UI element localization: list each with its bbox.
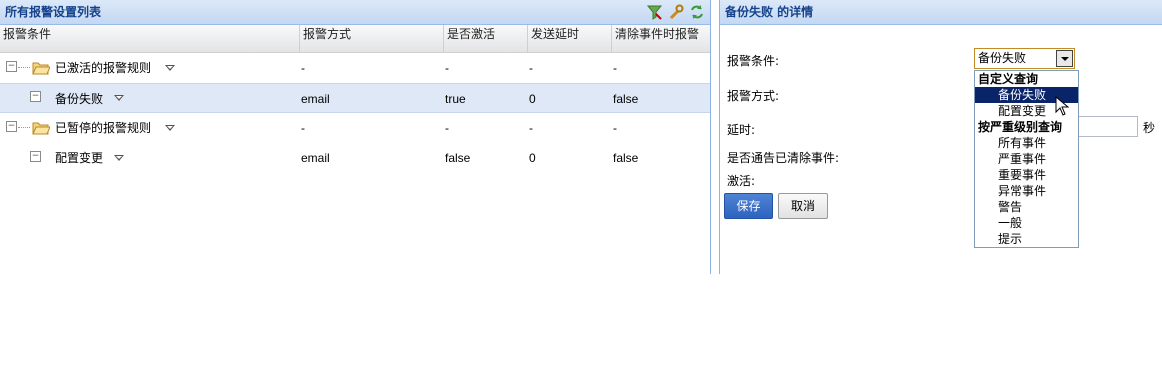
notify-cleared-label: 是否通告已清除事件:	[727, 151, 840, 165]
right-panel-header: 备份失败 的详情	[720, 0, 1162, 25]
condition-select-value: 备份失败	[978, 51, 1027, 65]
cell-delay: 0	[529, 151, 536, 165]
condition-label: 报警条件:	[727, 54, 780, 68]
cell-delay: 0	[529, 92, 536, 106]
refresh-icon[interactable]	[688, 3, 706, 21]
tree-row-group-paused[interactable]: − 已暂停的报警规则 - - - -	[0, 113, 710, 143]
delay-label: 延时:	[727, 123, 756, 137]
cell-active: false	[445, 151, 471, 165]
left-panel-header: 所有报警设置列表	[0, 0, 710, 25]
cell-clear: -	[613, 61, 617, 75]
wrench-icon[interactable]	[667, 3, 685, 21]
cell-delay: -	[529, 61, 533, 75]
tree-row-backup-failed[interactable]: − 备份失败 email true 0 false	[0, 83, 710, 113]
chevron-down-icon[interactable]	[1056, 50, 1073, 67]
collapse-toggle-icon[interactable]: −	[6, 61, 17, 72]
tree-connector	[18, 67, 30, 68]
chevron-down-icon[interactable]	[114, 95, 124, 101]
cell-active: true	[445, 92, 466, 106]
delay-input[interactable]	[1078, 116, 1138, 137]
cell-active: -	[445, 61, 449, 75]
save-button[interactable]: 保存	[724, 193, 773, 219]
collapse-toggle-icon[interactable]: −	[30, 91, 41, 102]
cell-active: -	[445, 121, 449, 135]
mouse-pointer-icon	[1055, 95, 1070, 119]
cell-method: email	[301, 151, 330, 165]
collapse-toggle-icon[interactable]: −	[6, 121, 17, 132]
chevron-down-icon[interactable]	[165, 65, 175, 71]
dropdown-option[interactable]: 一般	[975, 215, 1078, 231]
cell-clear: -	[613, 121, 617, 135]
tree-row-group-active[interactable]: − 已激活的报警规则 - - - -	[0, 53, 710, 83]
cell-method: -	[301, 61, 305, 75]
dropdown-option[interactable]: 警告	[975, 199, 1078, 215]
alert-detail-panel: 备份失败 的详情 报警条件: 报警方式: 延时: 是否通告已清除事件: 激活: …	[719, 0, 1162, 274]
row-label: 已暂停的报警规则	[55, 121, 152, 135]
column-header-active[interactable]: 是否激活	[443, 25, 527, 53]
condition-select[interactable]: 备份失败	[974, 48, 1075, 69]
dropdown-option[interactable]: 严重事件	[975, 151, 1078, 167]
row-label: 备份失败	[55, 92, 104, 106]
row-label: 已激活的报警规则	[55, 61, 152, 75]
dropdown-group-custom: 自定义查询	[978, 72, 1039, 86]
chevron-down-icon[interactable]	[165, 125, 175, 131]
dropdown-option[interactable]: 异常事件	[975, 183, 1078, 199]
cancel-button[interactable]: 取消	[778, 193, 828, 219]
cell-clear: false	[613, 92, 639, 106]
dropdown-group-severity: 按严重级别查询	[978, 120, 1063, 134]
filter-icon[interactable]	[646, 3, 664, 21]
cell-delay: -	[529, 121, 533, 135]
folder-icon	[32, 61, 51, 75]
chevron-down-icon[interactable]	[114, 155, 124, 161]
tree-row-config-change[interactable]: − 配置变更 email false 0 false	[0, 143, 710, 173]
column-header-method[interactable]: 报警方式	[299, 25, 443, 53]
cell-clear: false	[613, 151, 639, 165]
alert-settings-list-panel: 所有报警设置列表 报警条件 报警方式 是否激活 发送延时 清除事件时报警 − 已…	[0, 0, 711, 274]
dropdown-option[interactable]: 所有事件	[975, 135, 1078, 151]
cell-method: email	[301, 92, 330, 106]
active-label: 激活:	[727, 174, 756, 188]
right-panel-title: 备份失败 的详情	[725, 5, 814, 19]
left-panel-title: 所有报警设置列表	[5, 5, 102, 19]
cell-method: -	[301, 121, 305, 135]
collapse-toggle-icon[interactable]: −	[30, 151, 41, 162]
dropdown-option[interactable]: 提示	[975, 231, 1078, 247]
row-label: 配置变更	[55, 151, 104, 165]
folder-icon	[32, 121, 51, 135]
column-header-row: 报警条件 报警方式 是否激活 发送延时 清除事件时报警	[0, 25, 710, 53]
column-header-clear-alarm[interactable]: 清除事件时报警	[611, 25, 711, 53]
method-label: 报警方式:	[727, 89, 780, 103]
tree-connector	[18, 127, 30, 128]
dropdown-option[interactable]: 重要事件	[975, 167, 1078, 183]
column-header-condition[interactable]: 报警条件	[0, 25, 299, 53]
seconds-unit: 秒	[1143, 121, 1156, 135]
column-header-delay[interactable]: 发送延时	[527, 25, 611, 53]
